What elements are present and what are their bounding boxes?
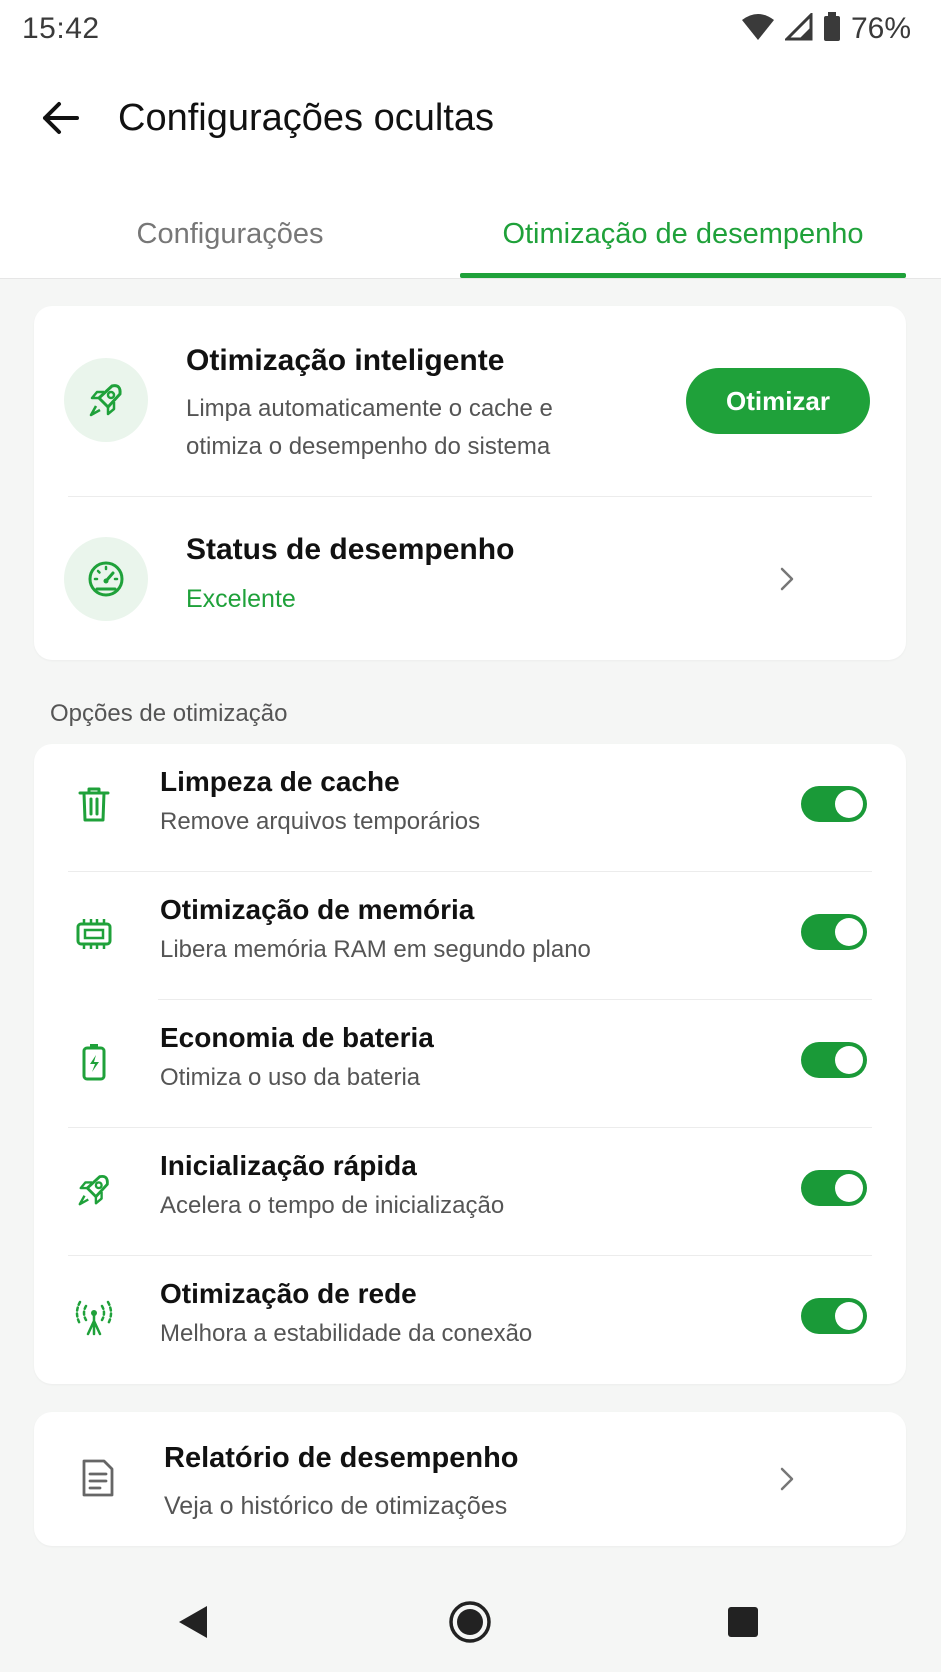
document-icon (72, 1452, 124, 1504)
memory-chip-icon (68, 908, 120, 960)
cellular-signal-icon (783, 10, 813, 46)
option-row-battery-saver: Economia de bateria Otimiza o uso da bat… (34, 1000, 906, 1128)
smart-optimization-card: Otimização inteligente Limpa automaticam… (34, 306, 906, 660)
option-description: Melhora a estabilidade da conexão (160, 1320, 533, 1347)
optimization-options-card: Limpeza de cache Remove arquivos temporá… (34, 744, 906, 1384)
active-tab-indicator (460, 273, 906, 278)
nav-back-button[interactable] (158, 1586, 230, 1658)
optimize-button[interactable]: Otimizar (686, 368, 870, 434)
option-title: Economia de bateria (160, 1022, 434, 1053)
option-row-fast-startup: Inicialização rápida Acelera o tempo de … (34, 1128, 906, 1256)
battery-saver-toggle[interactable] (801, 1042, 867, 1078)
chevron-right-icon (772, 1464, 802, 1494)
smart-optimization-row: Otimização inteligente Limpa automaticam… (34, 306, 906, 496)
chevron-right-icon (772, 564, 802, 594)
option-description: Libera memória RAM em segundo plano (160, 936, 591, 963)
memory-optimization-toggle[interactable] (801, 914, 867, 950)
antenna-icon (68, 1292, 120, 1344)
back-arrow-icon (43, 102, 79, 134)
nav-recents-button[interactable] (707, 1586, 779, 1658)
status-time: 15:42 (22, 12, 100, 45)
trash-icon (68, 778, 120, 830)
performance-status-row[interactable]: Status de desempenho Excelente (34, 497, 906, 660)
toggle-knob (835, 1302, 863, 1330)
option-title: Otimização de rede (160, 1278, 417, 1309)
square-recents-icon (728, 1607, 758, 1637)
toggle-knob (835, 1046, 863, 1074)
option-description: Otimiza o uso da bateria (160, 1064, 421, 1091)
report-description: Veja o histórico de otimizações (164, 1492, 508, 1520)
option-description: Acelera o tempo de inicialização (160, 1192, 505, 1219)
smart-desc-line-1: Limpa automaticamente o cache e (186, 395, 553, 422)
tab-bar: Configurações Otimização de desempenho (0, 190, 941, 279)
system-navigation-bar (0, 1566, 941, 1672)
toggle-knob (835, 918, 863, 946)
nav-home-button[interactable] (434, 1586, 506, 1658)
option-title: Otimização de memória (160, 894, 475, 925)
rocket-icon (68, 1164, 120, 1216)
status-icons: 76% (741, 10, 911, 47)
option-row-memory-optimization: Otimização de memória Libera memória RAM… (34, 872, 906, 1000)
performance-report-row[interactable]: Relatório de desempenho Veja o histórico… (34, 1412, 906, 1546)
smart-optimization-description: Limpa automaticamente o cache e otimiza … (186, 390, 606, 466)
status-bar: 15:42 76% (0, 0, 941, 58)
toggle-knob (835, 1174, 863, 1202)
back-button[interactable] (28, 86, 92, 150)
battery-percentage: 76% (850, 12, 911, 45)
tab-configuracoes[interactable]: Configurações (60, 190, 400, 278)
app-bar: Configurações ocultas (0, 78, 941, 158)
battery-icon (68, 1036, 120, 1088)
performance-status-title: Status de desempenho (186, 533, 515, 566)
section-label-optimization-options: Opções de otimização (50, 700, 288, 727)
triangle-back-icon (179, 1606, 207, 1638)
page-title: Configurações ocultas (118, 96, 494, 139)
option-row-cache-cleanup: Limpeza de cache Remove arquivos temporá… (34, 744, 906, 872)
toggle-knob (835, 790, 863, 818)
circle-home-icon (449, 1601, 491, 1643)
option-row-network-optimization: Otimização de rede Melhora a estabilidad… (34, 1256, 906, 1384)
smart-optimization-title: Otimização inteligente (186, 344, 505, 377)
wifi-icon (741, 13, 775, 46)
speedometer-icon (64, 537, 148, 621)
rocket-icon (64, 358, 148, 442)
battery-status-icon (823, 11, 841, 47)
report-title: Relatório de desempenho (164, 1442, 519, 1474)
network-optimization-toggle[interactable] (801, 1298, 867, 1334)
performance-status-value: Excelente (186, 585, 296, 613)
option-description: Remove arquivos temporários (160, 808, 481, 835)
tab-otimizacao-desempenho[interactable]: Otimização de desempenho (460, 190, 906, 278)
smart-desc-line-2: otimiza o desempenho do sistema (186, 433, 551, 460)
cache-cleanup-toggle[interactable] (801, 786, 867, 822)
option-title: Limpeza de cache (160, 766, 400, 797)
fast-startup-toggle[interactable] (801, 1170, 867, 1206)
option-title: Inicialização rápida (160, 1150, 417, 1181)
